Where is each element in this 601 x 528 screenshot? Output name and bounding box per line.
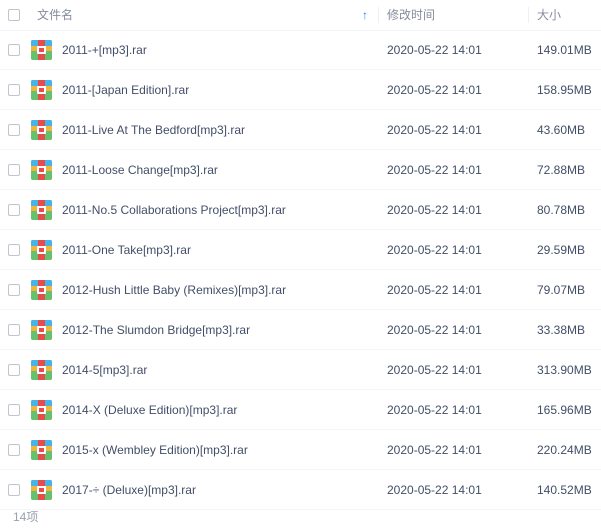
file-name[interactable]: 2011-No.5 Collaborations Project[mp3].ra… xyxy=(62,190,286,230)
archive-icon xyxy=(31,120,52,140)
row-checkbox[interactable] xyxy=(8,164,20,176)
row-checkbox[interactable] xyxy=(8,364,20,376)
file-size: 158.95MB xyxy=(537,83,592,97)
file-row[interactable]: 2011-Loose Change[mp3].rar 2020-05-22 14:… xyxy=(0,150,601,190)
file-row[interactable]: 2011-[Japan Edition].rar 2020-05-22 14:01… xyxy=(0,70,601,110)
file-name[interactable]: 2011-Live At The Bedford[mp3].rar xyxy=(62,110,245,150)
archive-icon xyxy=(31,440,52,460)
column-divider[interactable] xyxy=(528,7,529,23)
file-size: 140.52MB xyxy=(537,483,592,497)
file-modified-time: 2020-05-22 14:01 xyxy=(387,403,482,417)
archive-icon xyxy=(31,80,52,100)
file-size: 43.60MB xyxy=(537,123,586,137)
file-modified-time: 2020-05-22 14:01 xyxy=(387,323,482,337)
file-row[interactable]: 2011-Live At The Bedford[mp3].rar 2020-05… xyxy=(0,110,601,150)
file-modified-time: 2020-05-22 14:01 xyxy=(387,83,482,97)
file-name[interactable]: 2011-Loose Change[mp3].rar xyxy=(62,150,218,190)
file-size: 313.90MB xyxy=(537,363,592,377)
file-size: 72.88MB xyxy=(537,163,586,177)
file-modified-time: 2020-05-22 14:01 xyxy=(387,163,482,177)
row-checkbox[interactable] xyxy=(8,84,20,96)
item-count-label: 14项 xyxy=(13,510,39,524)
archive-icon xyxy=(31,280,52,300)
file-name[interactable]: 2014-X (Deluxe Edition)[mp3].rar xyxy=(62,390,237,430)
archive-icon xyxy=(31,200,52,220)
file-name[interactable]: 2011-One Take[mp3].rar xyxy=(62,230,191,270)
row-checkbox[interactable] xyxy=(8,124,20,136)
file-name[interactable]: 2011-[Japan Edition].rar xyxy=(62,70,189,110)
file-name[interactable]: 2015-x (Wembley Edition)[mp3].rar xyxy=(62,430,248,470)
sort-ascending-icon[interactable]: ↑ xyxy=(362,0,368,30)
file-row[interactable]: 2017-÷ (Deluxe)[mp3].rar 2020-05-22 14:01… xyxy=(0,470,601,510)
row-checkbox[interactable] xyxy=(8,244,20,256)
row-checkbox[interactable] xyxy=(8,284,20,296)
file-name[interactable]: 2014-5[mp3].rar xyxy=(62,350,147,390)
archive-icon xyxy=(31,160,52,180)
file-modified-time: 2020-05-22 14:01 xyxy=(387,443,482,457)
file-list-header: 文件名 ↑ 修改时间 大小 xyxy=(0,0,601,31)
file-size: 33.38MB xyxy=(537,323,586,337)
file-row[interactable]: 2012-The Slumdon Bridge[mp3].rar 2020-05-… xyxy=(0,310,601,350)
file-row[interactable]: 2011-No.5 Collaborations Project[mp3].ra… xyxy=(0,190,601,230)
archive-icon xyxy=(31,320,52,340)
file-modified-time: 2020-05-22 14:01 xyxy=(387,203,482,217)
column-header-name[interactable]: 文件名 xyxy=(37,0,377,30)
file-modified-time: 2020-05-22 14:01 xyxy=(387,123,482,137)
file-name[interactable]: 2011-+[mp3].rar xyxy=(62,30,147,70)
file-modified-time: 2020-05-22 14:01 xyxy=(387,483,482,497)
archive-icon xyxy=(31,40,52,60)
file-size: 80.78MB xyxy=(537,203,586,217)
file-row[interactable]: 2011-One Take[mp3].rar 2020-05-22 14:01 29… xyxy=(0,230,601,270)
column-header-modified-time[interactable]: 修改时间 xyxy=(387,0,527,30)
row-checkbox[interactable] xyxy=(8,204,20,216)
file-size: 165.96MB xyxy=(537,403,592,417)
file-list-window: 文件名 ↑ 修改时间 大小 2011-+[mp3].rar 2020-05-22 … xyxy=(0,0,601,528)
select-all-checkbox[interactable] xyxy=(8,9,20,21)
file-size: 29.59MB xyxy=(537,243,586,257)
file-size: 149.01MB xyxy=(537,43,592,57)
file-name[interactable]: 2012-The Slumdon Bridge[mp3].rar xyxy=(62,310,250,350)
column-header-size[interactable]: 大小 xyxy=(537,0,601,30)
row-checkbox[interactable] xyxy=(8,444,20,456)
row-checkbox[interactable] xyxy=(8,44,20,56)
file-row[interactable]: 2014-X (Deluxe Edition)[mp3].rar 2020-05-… xyxy=(0,390,601,430)
file-modified-time: 2020-05-22 14:01 xyxy=(387,363,482,377)
file-row[interactable]: 2012-Hush Little Baby (Remixes)[mp3].rar… xyxy=(0,270,601,310)
file-size: 220.24MB xyxy=(537,443,592,457)
file-size: 79.07MB xyxy=(537,283,586,297)
file-row[interactable]: 2011-+[mp3].rar 2020-05-22 14:01 149.01MB xyxy=(0,30,601,70)
archive-icon xyxy=(31,480,52,500)
file-name[interactable]: 2012-Hush Little Baby (Remixes)[mp3].rar xyxy=(62,270,286,310)
row-checkbox[interactable] xyxy=(8,404,20,416)
archive-icon xyxy=(31,240,52,260)
archive-icon xyxy=(31,360,52,380)
file-modified-time: 2020-05-22 14:01 xyxy=(387,283,482,297)
file-modified-time: 2020-05-22 14:01 xyxy=(387,243,482,257)
file-modified-time: 2020-05-22 14:01 xyxy=(387,43,482,57)
row-checkbox[interactable] xyxy=(8,484,20,496)
file-row[interactable]: 2014-5[mp3].rar 2020-05-22 14:01 313.90MB xyxy=(0,350,601,390)
file-name[interactable]: 2017-÷ (Deluxe)[mp3].rar xyxy=(62,470,196,510)
file-row[interactable]: 2015-x (Wembley Edition)[mp3].rar 2020-05… xyxy=(0,430,601,470)
column-divider[interactable] xyxy=(378,7,379,23)
row-checkbox[interactable] xyxy=(8,324,20,336)
archive-icon xyxy=(31,400,52,420)
